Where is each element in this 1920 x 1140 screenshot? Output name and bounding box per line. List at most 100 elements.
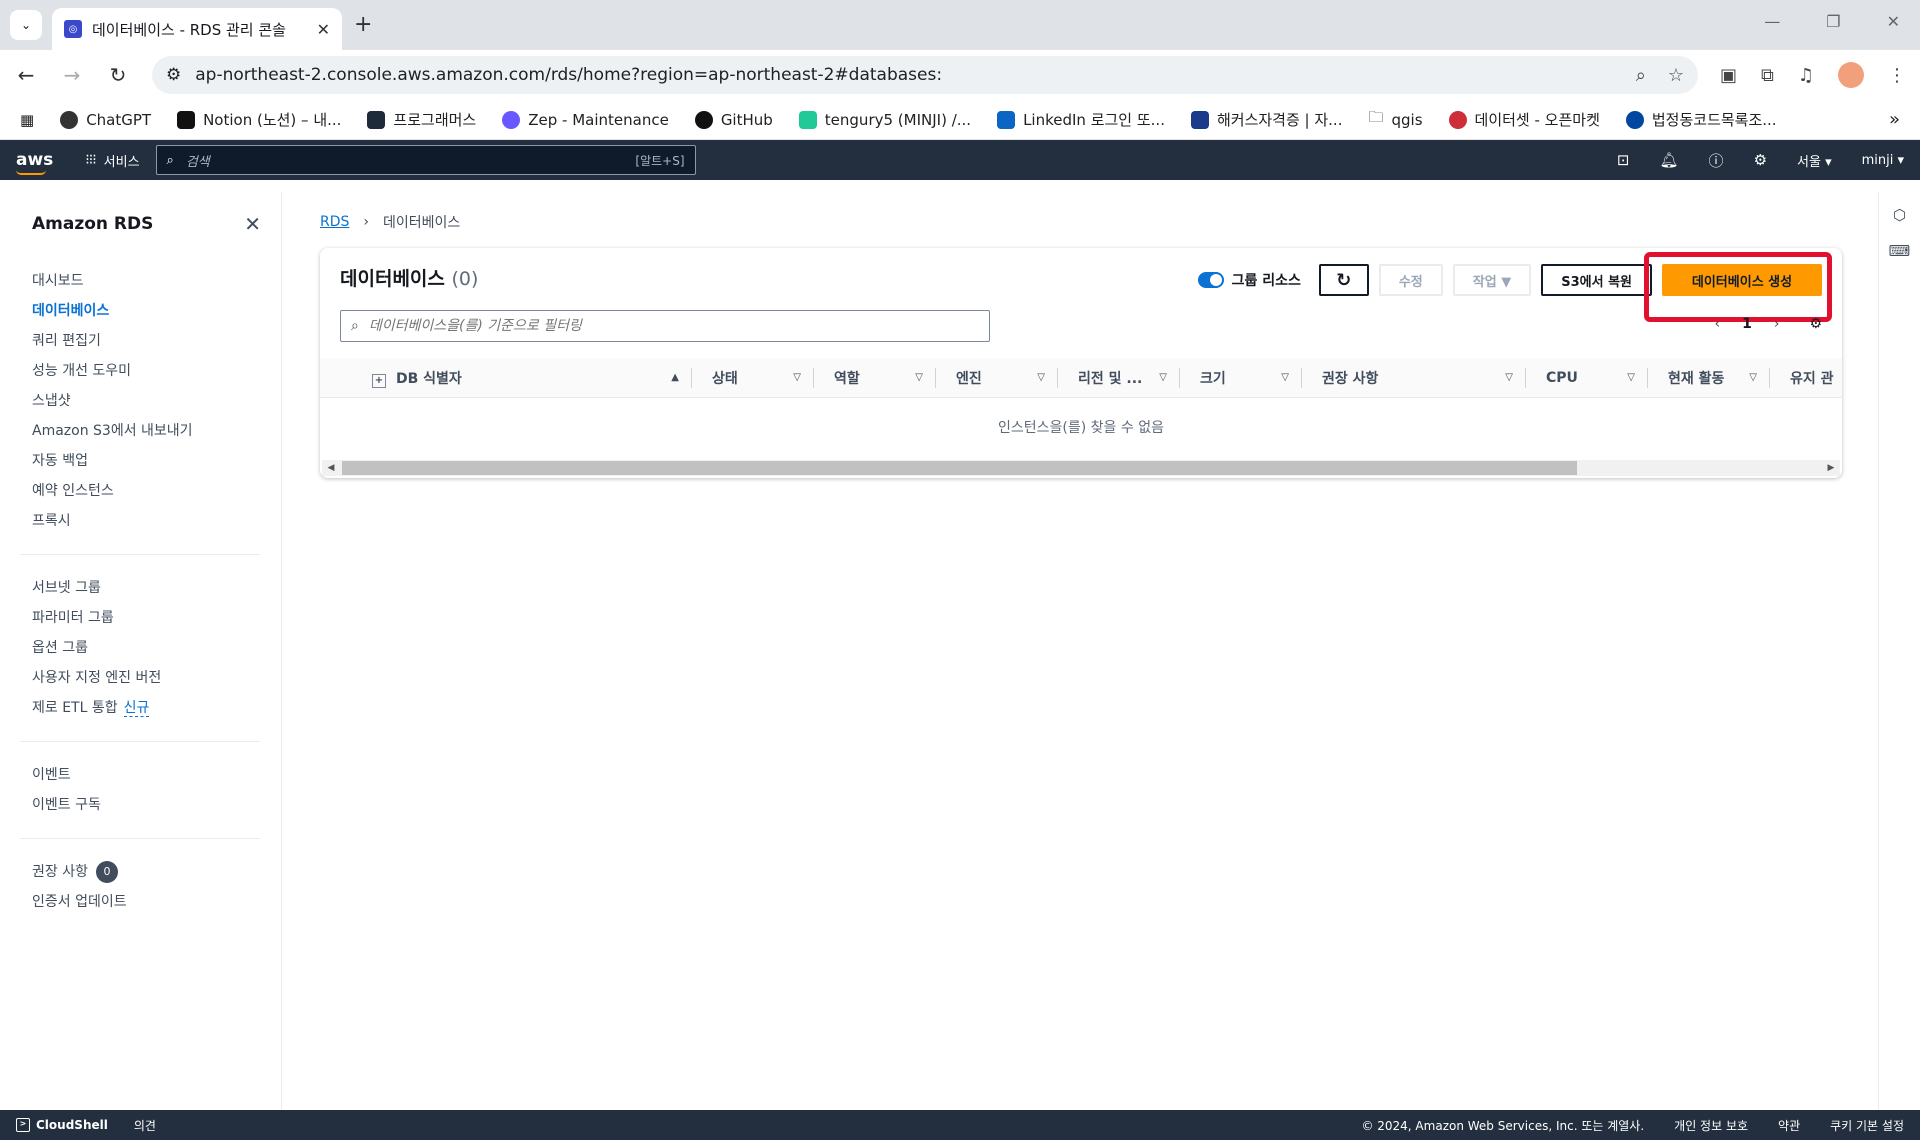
restore-icon[interactable]: ❐ <box>1826 12 1840 31</box>
window-close-icon[interactable]: ✕ <box>1887 12 1900 31</box>
back-icon[interactable]: ← <box>14 63 38 87</box>
bookmark-item[interactable]: Zep - Maintenance <box>502 110 669 129</box>
aws-logo[interactable]: aws <box>16 150 53 175</box>
privacy-link[interactable]: 개인 정보 보호 <box>1674 1117 1748 1134</box>
create-database-button[interactable]: 데이터베이스 생성 <box>1662 264 1822 296</box>
sidebar-title[interactable]: Amazon RDS <box>32 214 153 234</box>
bookmark-item[interactable]: ChatGPT <box>60 110 151 129</box>
horizontal-scrollbar[interactable]: ◀ ▶ <box>322 460 1840 476</box>
sidebar-item-query-editor[interactable]: 쿼리 편집기 <box>32 326 261 356</box>
toggle-switch[interactable] <box>1197 272 1224 288</box>
bookmark-item[interactable]: GitHub <box>694 110 773 129</box>
sidebar-item-automated-backups[interactable]: 자동 백업 <box>32 446 261 476</box>
tab-search-dropdown[interactable]: ⌄ <box>10 10 42 40</box>
current-page[interactable]: 1 <box>1742 316 1752 332</box>
scroll-right-icon[interactable]: ▶ <box>1822 463 1840 473</box>
forward-icon[interactable]: → <box>60 63 84 87</box>
sidebar-item-proxies[interactable]: 프록시 <box>32 506 261 536</box>
bookmark-item[interactable]: 프로그래머스 <box>367 109 476 130</box>
bookmark-star-icon[interactable]: ☆ <box>1668 65 1684 86</box>
column-header-recommendations[interactable]: 권장 사항 ▽ <box>1302 367 1526 388</box>
sidebar-item-performance-insights[interactable]: 성능 개선 도우미 <box>32 356 261 386</box>
feedback-panel-icon[interactable]: ⌨ <box>1889 242 1911 260</box>
sidebar-item-certificate-update[interactable]: 인증서 업데이트 <box>32 887 261 917</box>
bookmark-item[interactable]: tengury5 (MINJI) /... <box>798 110 971 129</box>
account-menu[interactable]: minji ▾ <box>1862 153 1904 168</box>
column-header-role[interactable]: 역할 ▽ <box>814 367 936 388</box>
notification-bell-icon[interactable]: 🔔︎ <box>1660 151 1679 169</box>
reload-icon[interactable]: ↻ <box>106 63 130 87</box>
sidebar-item-snapshots[interactable]: 스냅샷 <box>32 386 261 416</box>
cloudshell-icon[interactable]: ⊡ <box>1617 151 1630 169</box>
url-bar[interactable]: ⚙ ap-northeast-2.console.aws.amazon.com/… <box>152 56 1698 94</box>
bookmark-item[interactable]: 데이터셋 - 오픈마켓 <box>1448 109 1600 130</box>
close-icon[interactable]: ✕ <box>244 212 261 236</box>
actions-dropdown-button[interactable]: 작업 ▼ <box>1452 264 1532 296</box>
aws-search-input[interactable]: ⌕ 검색 [알트+S] <box>155 145 696 175</box>
zoom-icon[interactable]: ⌕ <box>1636 65 1646 86</box>
restore-from-s3-button[interactable]: S3에서 복원 <box>1541 264 1652 296</box>
sidebar-item-databases[interactable]: 데이터베이스 <box>32 296 261 326</box>
column-header-cpu[interactable]: CPU ▽ <box>1526 367 1648 388</box>
media-control-icon[interactable]: ♫ <box>1798 65 1814 86</box>
bookmark-item[interactable]: LinkedIn 로그인 또... <box>997 109 1165 130</box>
bookmark-folder[interactable]: 🗀 qgis <box>1368 107 1422 132</box>
database-filter-field[interactable]: ⌕ <box>340 310 990 342</box>
settings-gear-icon[interactable]: ⚙ <box>1754 151 1767 169</box>
column-header-db-identifier[interactable]: + DB 식별자 ▲ <box>320 367 692 388</box>
tab-manager-icon[interactable]: ▣ <box>1720 65 1737 86</box>
bookmark-item[interactable]: 해커스자격증 | 자... <box>1190 109 1342 130</box>
modify-button[interactable]: 수정 <box>1378 264 1443 296</box>
scrollbar-thumb[interactable] <box>342 461 1577 475</box>
url-text: ap-northeast-2.console.aws.amazon.com/rd… <box>195 65 943 85</box>
new-tab-button[interactable]: + <box>354 12 372 37</box>
chevron-right-icon[interactable]: › <box>1774 316 1780 332</box>
sidebar-item-zero-etl[interactable]: 제로 ETL 통합 신규 <box>32 693 261 723</box>
cloudshell-button[interactable]: > CloudShell <box>16 1118 108 1132</box>
browser-tab-active[interactable]: ◎ 데이터베이스 - RDS 관리 콘솔 ✕ <box>52 8 342 50</box>
region-selector[interactable]: 서울 ▾ <box>1797 151 1832 170</box>
tab-close-icon[interactable]: ✕ <box>317 20 330 39</box>
breadcrumb-rds-link[interactable]: RDS <box>320 214 349 230</box>
chevron-left-icon[interactable]: ‹ <box>1714 316 1720 332</box>
refresh-button[interactable]: ↻ <box>1318 264 1369 296</box>
sidebar-item-events[interactable]: 이벤트 <box>32 760 261 790</box>
sidebar-item-event-subscriptions[interactable]: 이벤트 구독 <box>32 790 261 820</box>
column-header-maintenance[interactable]: 유지 관 <box>1770 368 1842 388</box>
apps-grid-icon[interactable]: ▦ <box>20 111 34 129</box>
browser-menu-icon[interactable]: ⋮ <box>1888 65 1906 86</box>
sidebar-item-reserved-instances[interactable]: 예약 인스턴스 <box>32 476 261 506</box>
services-menu[interactable]: ⁝⁝⁝ 서비스 <box>85 151 139 170</box>
site-info-icon[interactable]: ⚙ <box>166 65 181 85</box>
expand-icon[interactable]: + <box>372 373 386 388</box>
cookie-preferences-link[interactable]: 쿠키 기본 설정 <box>1830 1117 1904 1134</box>
bookmark-item[interactable]: Notion (노션) – 내... <box>177 109 341 130</box>
column-header-current-activity[interactable]: 현재 활동 ▽ <box>1648 367 1770 388</box>
chatgpt-icon <box>60 110 79 129</box>
sidebar-item-subnet-groups[interactable]: 서브넷 그룹 <box>32 573 261 603</box>
profile-avatar[interactable] <box>1838 62 1864 88</box>
feedback-link[interactable]: 의견 <box>134 1117 156 1134</box>
sidebar-item-s3-export[interactable]: Amazon S3에서 내보내기 <box>32 416 261 446</box>
info-panel-icon[interactable]: ⬡ <box>1893 206 1906 224</box>
sidebar-item-custom-engine-versions[interactable]: 사용자 지정 엔진 버전 <box>32 663 261 693</box>
refresh-icon: ↻ <box>1336 269 1352 291</box>
column-header-size[interactable]: 크기 ▽ <box>1180 367 1302 388</box>
scroll-left-icon[interactable]: ◀ <box>322 463 340 473</box>
extensions-icon[interactable]: ⧉ <box>1761 65 1774 86</box>
sidebar-item-dashboard[interactable]: 대시보드 <box>32 266 261 296</box>
sidebar-item-recommendations[interactable]: 권장 사항 0 <box>32 857 261 887</box>
group-resources-toggle[interactable]: 그룹 리소스 <box>1197 270 1301 290</box>
minimize-icon[interactable]: — <box>1764 12 1780 31</box>
sidebar-item-parameter-groups[interactable]: 파라미터 그룹 <box>32 603 261 633</box>
column-header-engine[interactable]: 엔진 ▽ <box>936 367 1058 388</box>
more-bookmarks-icon[interactable]: » <box>1889 109 1900 130</box>
column-header-region-az[interactable]: 리전 및 ... ▽ <box>1058 367 1180 388</box>
sidebar-item-option-groups[interactable]: 옵션 그룹 <box>32 633 261 663</box>
column-header-status[interactable]: 상태 ▽ <box>692 367 814 388</box>
help-icon[interactable]: ⓘ <box>1709 150 1724 171</box>
terms-link[interactable]: 약관 <box>1778 1117 1800 1134</box>
database-filter-input[interactable] <box>368 318 979 334</box>
bookmark-item[interactable]: 법정동코드목록조... <box>1625 109 1777 130</box>
preferences-gear-icon[interactable]: ⚙ <box>1809 316 1822 332</box>
